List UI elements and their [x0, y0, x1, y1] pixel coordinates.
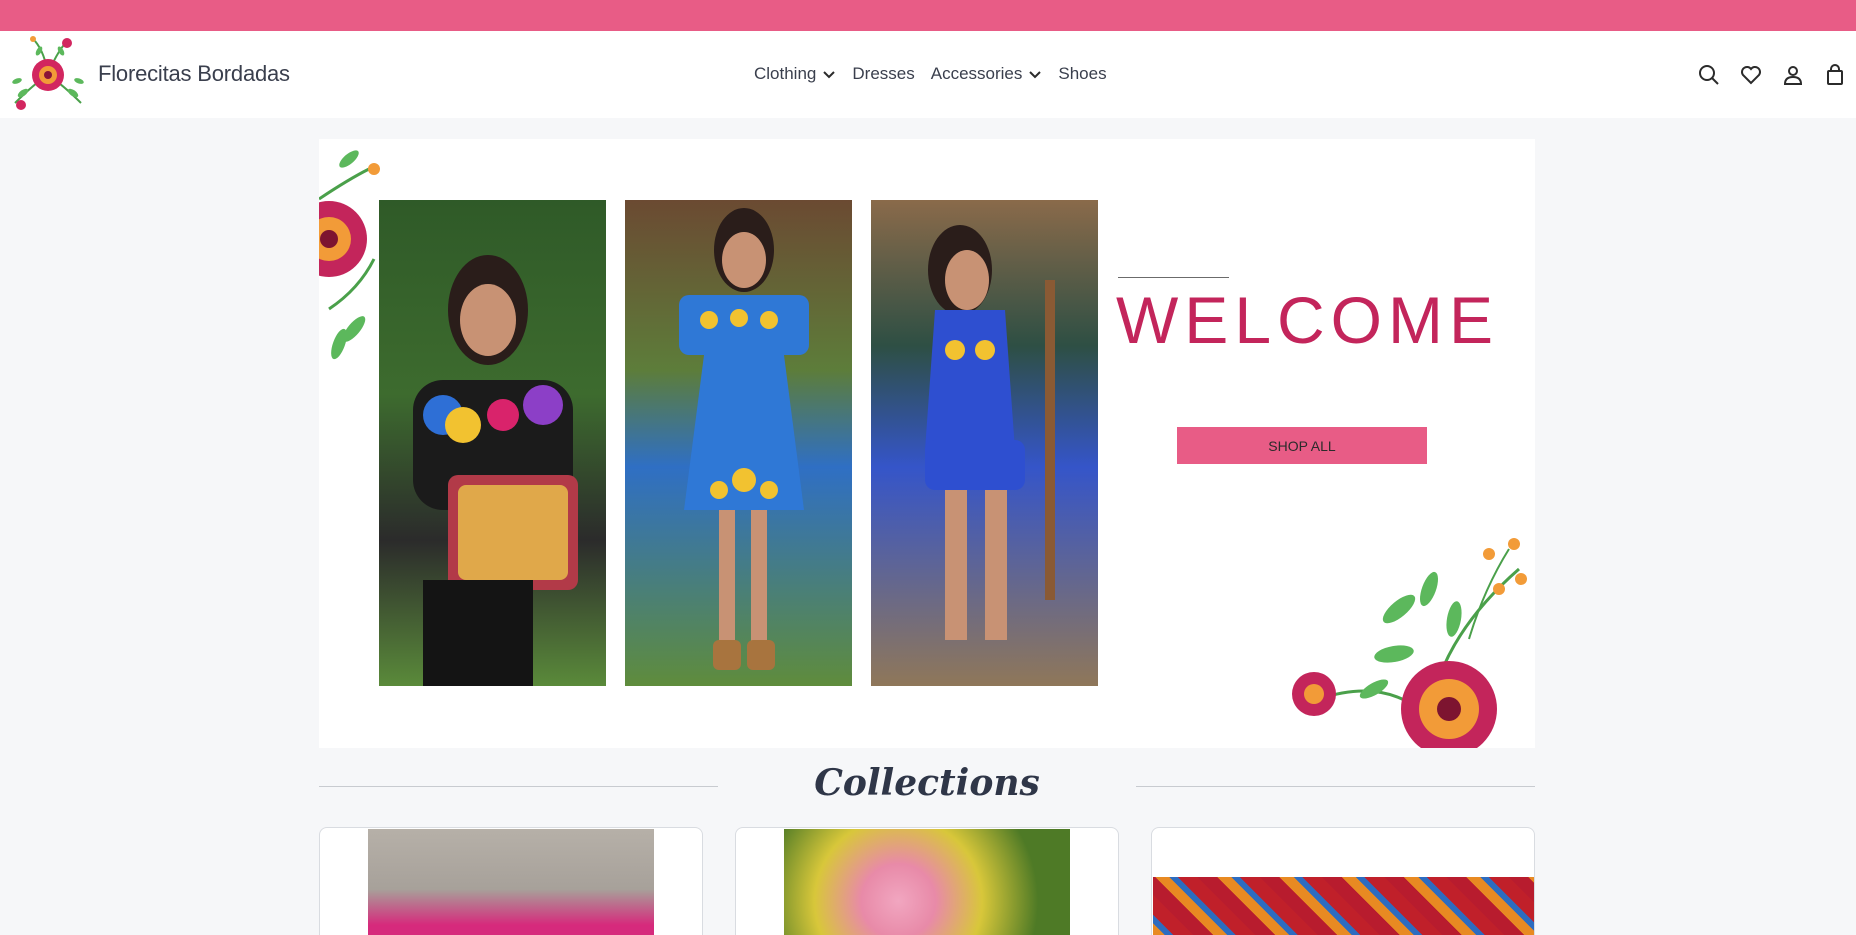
collection-image [784, 829, 1070, 935]
shop-all-button[interactable]: SHOP ALL [1177, 427, 1427, 464]
chevron-down-icon [823, 71, 836, 79]
hero-photo-blue-romper [871, 200, 1098, 686]
nav-item-label: Clothing [754, 64, 817, 83]
nav-item-label: Accessories [930, 64, 1023, 83]
collections-divider-left [319, 786, 718, 787]
collection-image [1153, 877, 1534, 935]
heart-icon[interactable] [1739, 63, 1763, 87]
main-navigation: Clothing Dresses Accessories Shoes [754, 64, 1123, 84]
model-figure [678, 208, 809, 670]
collections-heading: Collections [814, 762, 1040, 804]
collection-card[interactable] [319, 827, 703, 935]
collection-image [368, 829, 654, 935]
embroidered-flower-decoration [1292, 538, 1527, 748]
collection-card[interactable] [1151, 827, 1535, 935]
model-figure [924, 225, 1055, 640]
nav-item-label: Shoes [1058, 64, 1107, 83]
welcome-divider [1118, 277, 1229, 278]
nav-item-clothing[interactable]: Clothing [754, 64, 836, 84]
model-figure [412, 255, 578, 686]
hero-photo-embroidered-blouse [379, 200, 606, 686]
hero-title: WELCOME [1116, 283, 1500, 357]
user-icon[interactable] [1781, 63, 1805, 87]
nav-item-label: Dresses [852, 64, 915, 83]
nav-item-shoes[interactable]: Shoes [1058, 64, 1106, 84]
brand-name[interactable]: Florecitas Bordadas [98, 61, 290, 87]
nav-item-dresses[interactable]: Dresses [852, 64, 914, 84]
shopping-bag-icon[interactable] [1823, 63, 1847, 87]
site-header: Florecitas Bordadas Clothing Dresses Acc… [0, 31, 1856, 118]
search-icon[interactable] [1697, 63, 1721, 87]
announcement-bar [0, 0, 1856, 31]
hero-banner: WELCOME SHOP ALL [319, 139, 1535, 748]
nav-item-accessories[interactable]: Accessories [931, 64, 1043, 84]
hero-photo-blue-dress [625, 200, 852, 686]
chevron-down-icon [1029, 71, 1042, 79]
collections-divider-right [1136, 786, 1535, 787]
collection-card[interactable] [735, 827, 1119, 935]
header-actions [1697, 63, 1856, 87]
logo-flower-icon[interactable] [5, 33, 91, 116]
